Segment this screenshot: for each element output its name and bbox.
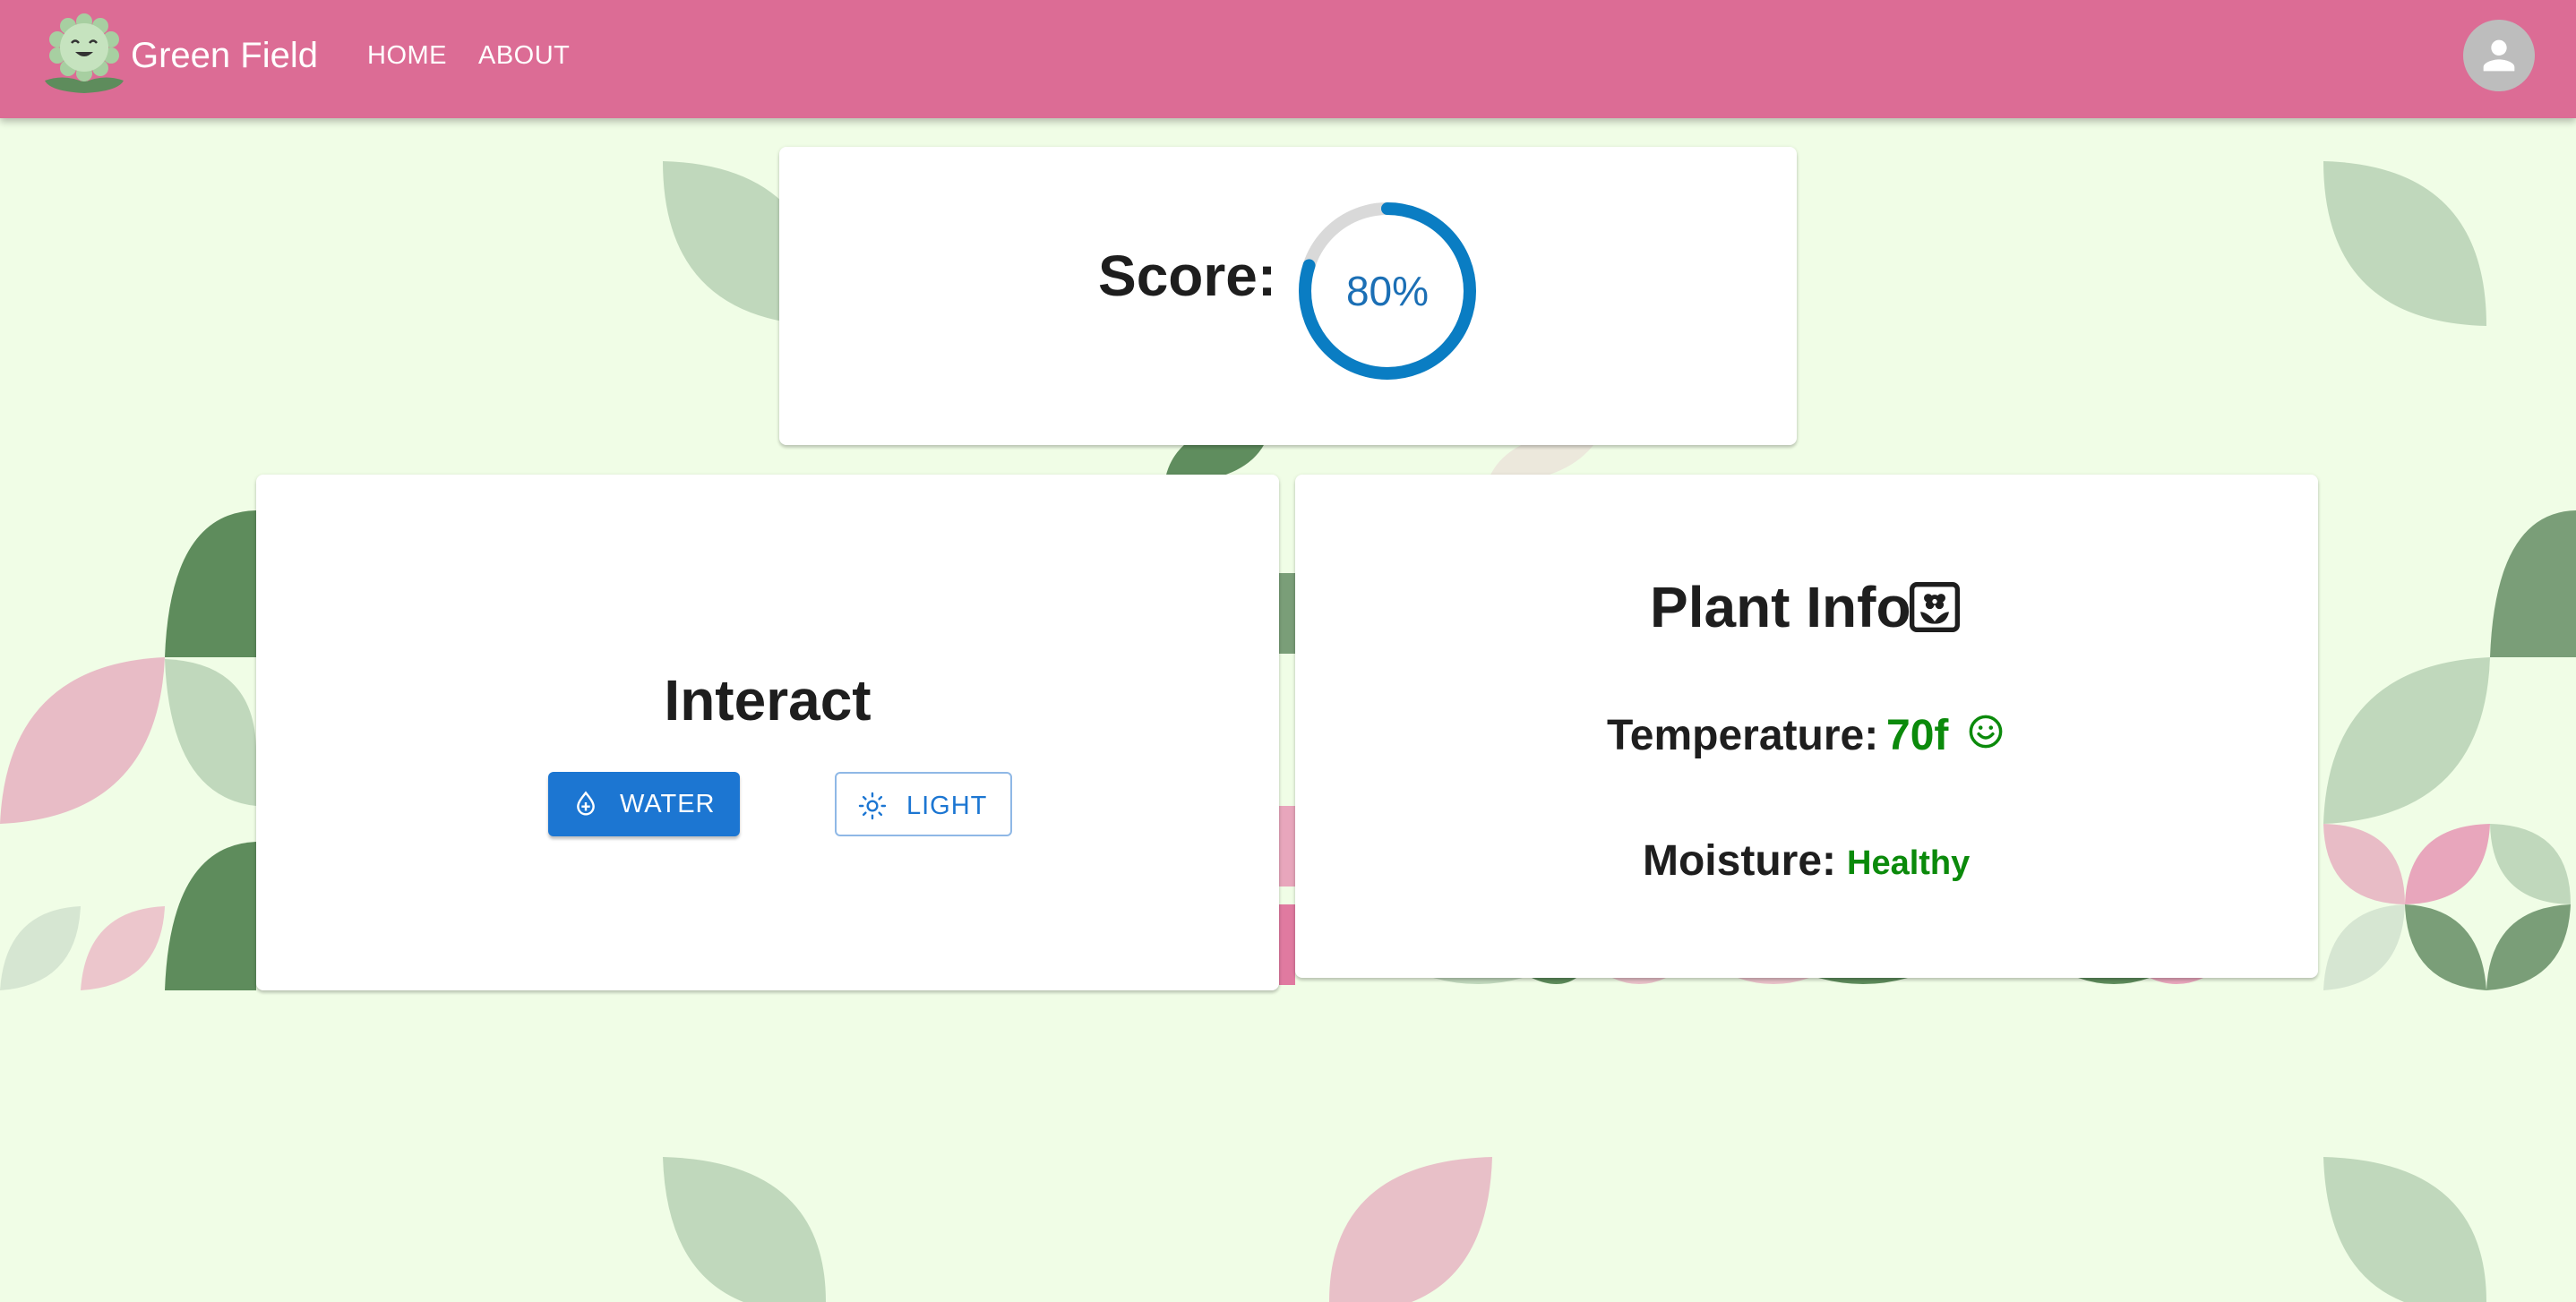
smiley-face-icon — [1969, 715, 2003, 749]
light-button[interactable]: LIGHT — [835, 772, 1012, 836]
sun-icon — [858, 792, 887, 820]
interact-card: Interact WATER LIGHT — [256, 475, 1279, 990]
water-drop-icon — [577, 791, 595, 816]
temperature-value: 70f — [1886, 712, 1949, 759]
water-button-label: WATER — [620, 790, 716, 818]
score-label: Score: — [1098, 244, 1277, 308]
water-button[interactable]: WATER — [548, 772, 740, 836]
light-button-label: LIGHT — [906, 792, 988, 820]
app-title[interactable]: Green Field — [131, 30, 318, 81]
moisture-label: Moisture: — [1643, 837, 1836, 885]
nav-about-link[interactable]: ABOUT — [478, 36, 570, 75]
nav-home-link[interactable]: HOME — [367, 36, 447, 75]
temperature-label: Temperature: — [1607, 712, 1879, 759]
interact-title: Interact — [664, 668, 872, 732]
potted-flower-icon — [1910, 582, 1960, 632]
moisture-value: Healthy — [1847, 844, 1971, 882]
plant-info-card: Plant Info Temperature: 70f Moisture: He… — [1295, 475, 2318, 978]
smiling-flower-icon[interactable] — [41, 11, 127, 97]
score-value: 80% — [1345, 268, 1430, 314]
plant-info-title: Plant Info — [1650, 575, 1911, 639]
app-header: Green Field HOME ABOUT — [0, 0, 2576, 118]
score-card: Score: 80% — [779, 147, 1797, 445]
person-icon — [2483, 39, 2515, 72]
user-avatar-button[interactable] — [2463, 20, 2535, 91]
